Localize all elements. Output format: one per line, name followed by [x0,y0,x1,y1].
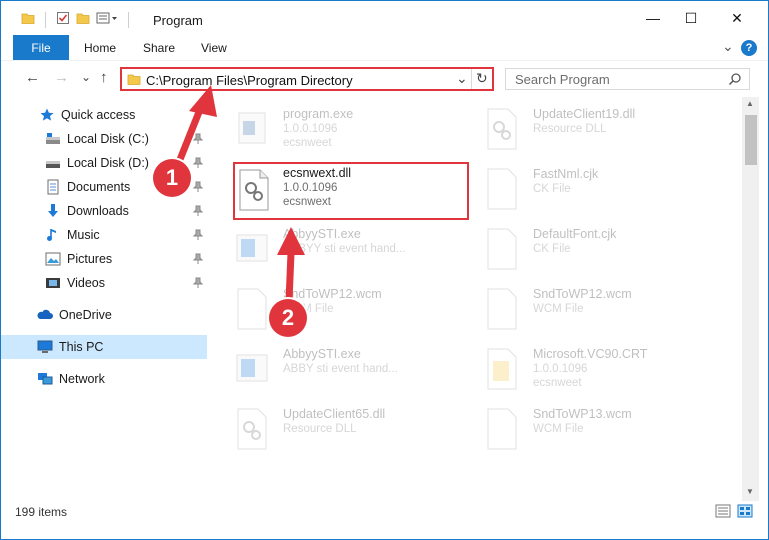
explorer-window: Program — ☐ ✕ File Home Share View ⌄ ? ←… [0,0,769,540]
annotation-overlay [173,85,305,305]
step-badge-1: 1 [153,159,191,197]
arrow-to-address-bar [173,85,217,171]
step-badge-2: 2 [269,299,307,337]
arrow-to-dll-file [277,227,305,305]
